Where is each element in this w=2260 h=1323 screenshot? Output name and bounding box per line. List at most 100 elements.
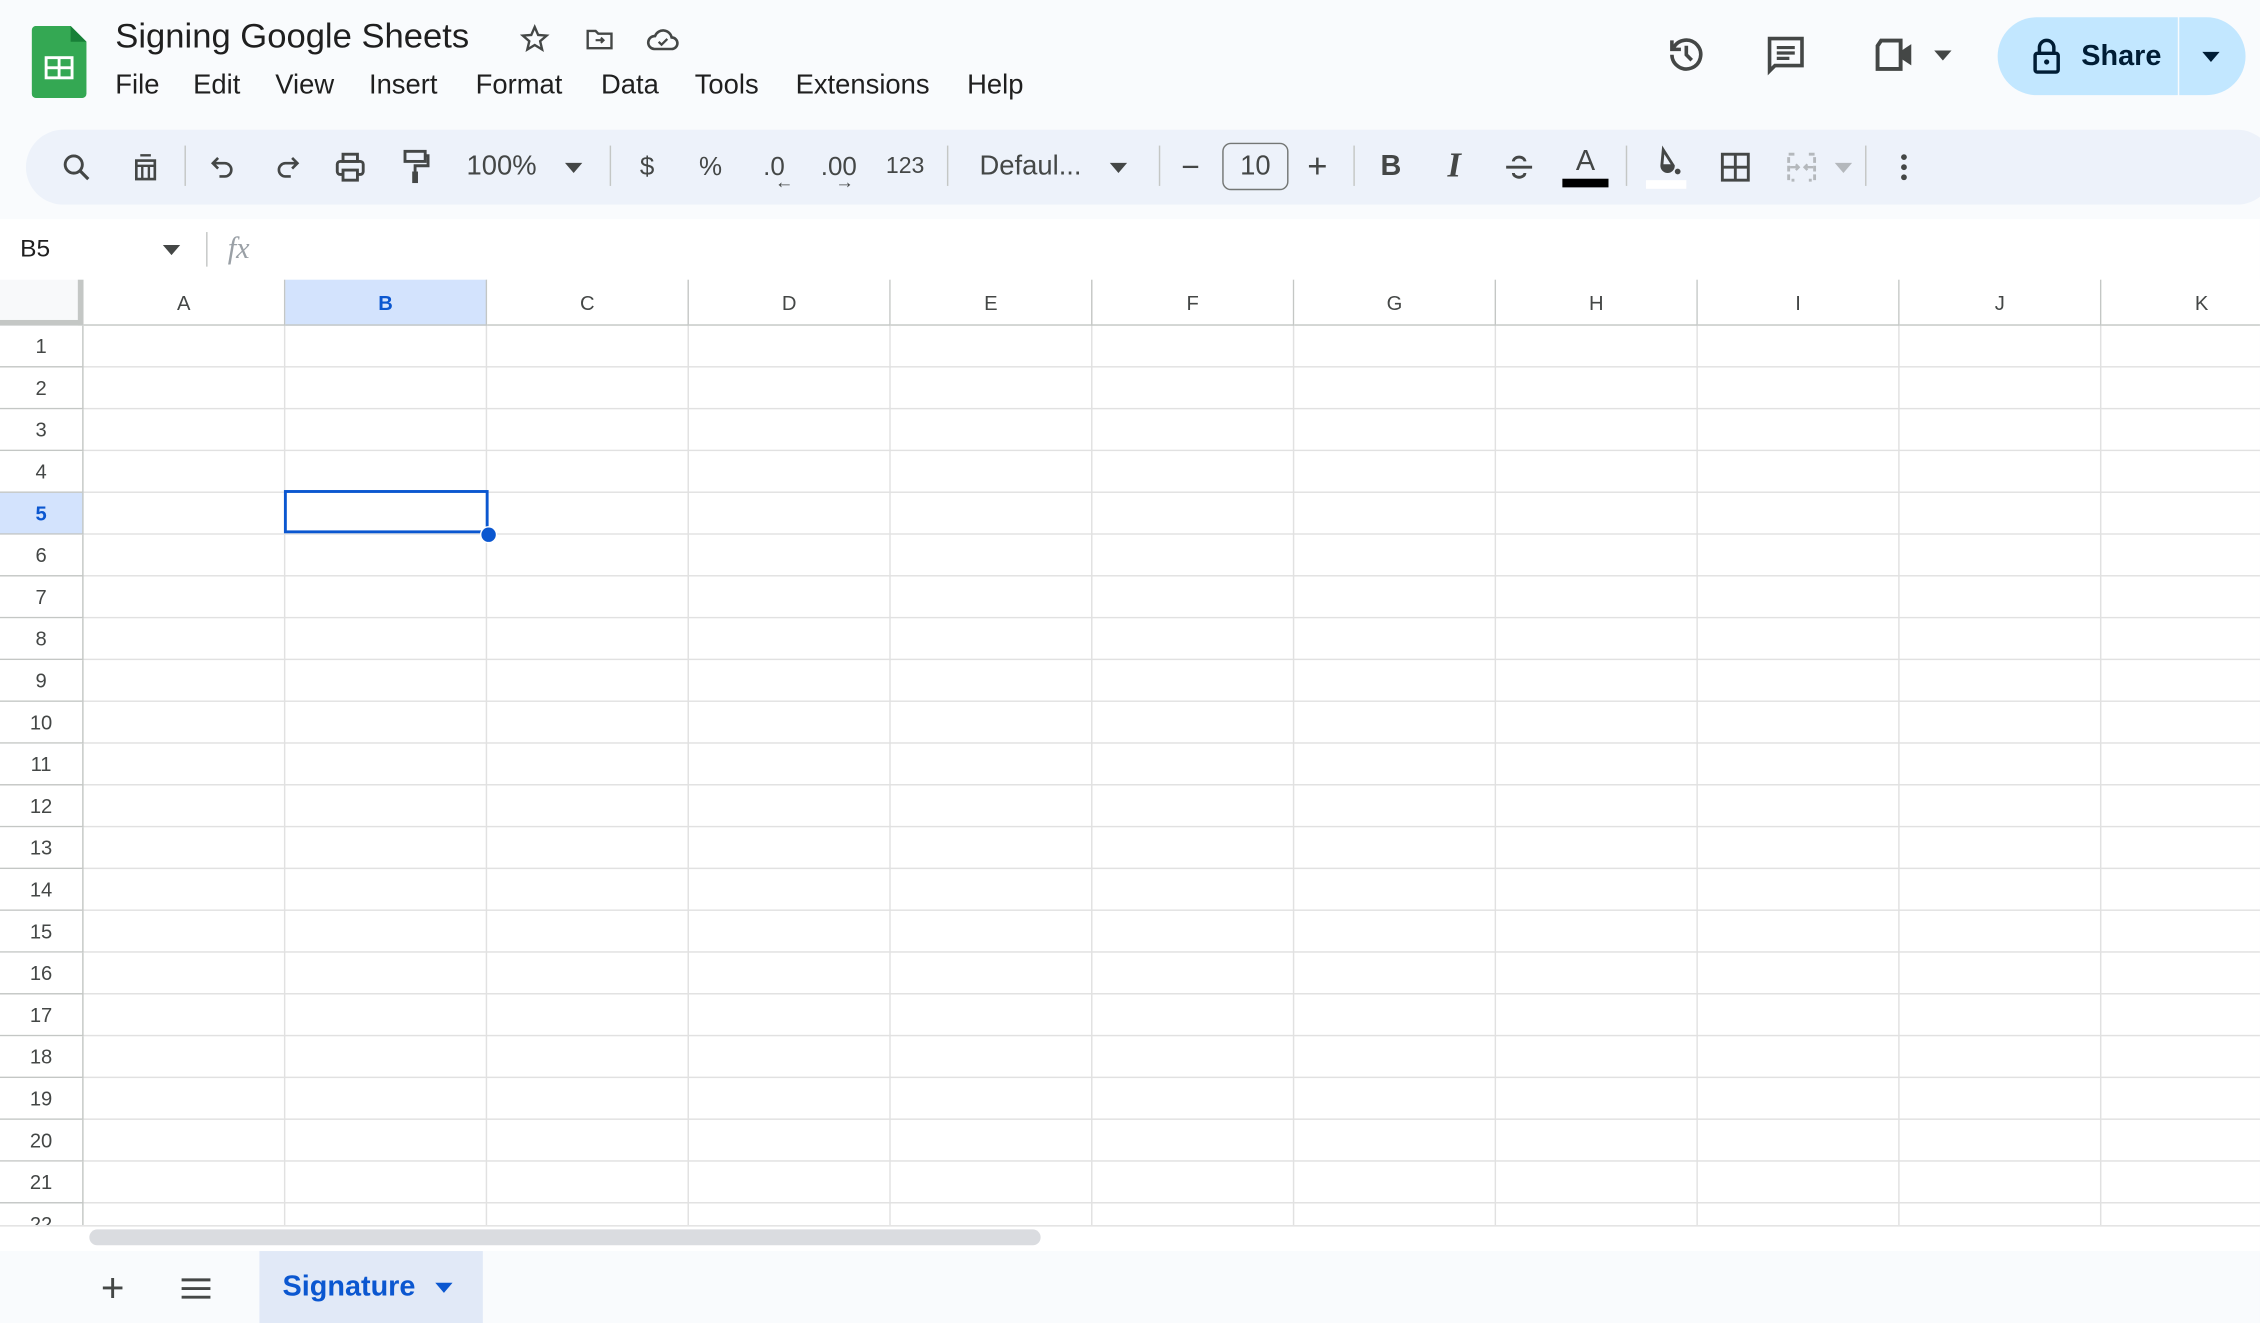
share-button[interactable]: Share <box>1997 17 2178 96</box>
document-title[interactable]: Signing Google Sheets <box>115 17 469 57</box>
row-header-22[interactable]: 22 <box>0 1203 84 1226</box>
comments-icon[interactable] <box>1763 32 1809 78</box>
sheet-tab-dropdown-icon[interactable] <box>435 1282 453 1293</box>
row-header-1[interactable]: 1 <box>0 325 84 368</box>
spreadsheet-grid[interactable]: A B C D E F G H I J K 1 2 3 4 5 6 7 8 9 10 11 12 13 14 15 16 17 18 19… <box>0 279 2260 1226</box>
redo-icon[interactable] <box>271 151 303 183</box>
bold-button[interactable]: B <box>1380 151 1401 184</box>
row-header-5[interactable]: 5 <box>0 492 84 535</box>
column-header-k[interactable]: K <box>2101 279 2260 326</box>
undo-icon[interactable] <box>208 151 240 183</box>
lock-icon <box>2032 37 2061 74</box>
gridline-horizontal <box>83 1034 2260 1037</box>
increase-decimal-button[interactable]: .00 → <box>821 152 857 192</box>
all-sheets-icon[interactable] <box>180 1277 212 1300</box>
menu-tools[interactable]: Tools <box>695 71 759 103</box>
currency-format-button[interactable]: $ <box>640 152 654 182</box>
row-header-15[interactable]: 15 <box>0 910 84 953</box>
name-box-dropdown-icon[interactable] <box>162 245 181 256</box>
zoom-dropdown-icon[interactable] <box>564 162 583 173</box>
percent-format-button[interactable]: % <box>699 152 722 182</box>
decrease-decimal-button[interactable]: .0 ← <box>763 152 793 192</box>
meet-dropdown-icon[interactable] <box>1934 50 1952 61</box>
menu-edit[interactable]: Edit <box>193 71 240 103</box>
row-header-12[interactable]: 12 <box>0 785 84 828</box>
row-header-21[interactable]: 21 <box>0 1161 84 1204</box>
row-header-3[interactable]: 3 <box>0 409 84 452</box>
row-header-4[interactable]: 4 <box>0 451 84 493</box>
horizontal-scrollbar[interactable] <box>0 1225 2260 1253</box>
column-header-b[interactable]: B <box>285 279 488 326</box>
sheet-tab-signature[interactable]: Signature <box>259 1251 483 1323</box>
selected-cell[interactable] <box>283 490 489 534</box>
column-header-c[interactable]: C <box>487 279 689 326</box>
row-header-19[interactable]: 19 <box>0 1078 84 1120</box>
formula-input[interactable] <box>281 225 2241 274</box>
share-dropdown-button[interactable] <box>2179 17 2246 96</box>
print-icon[interactable] <box>333 150 368 185</box>
gridline-vertical <box>2099 325 2102 1226</box>
row-header-16[interactable]: 16 <box>0 952 84 995</box>
font-size-input[interactable]: 10 <box>1222 142 1289 191</box>
italic-button[interactable]: I <box>1448 148 1461 187</box>
paint-format-icon[interactable] <box>399 148 431 185</box>
decrease-font-size-button[interactable]: − <box>1181 148 1200 185</box>
add-sheet-button[interactable]: + <box>101 1265 125 1311</box>
gridline-horizontal <box>83 1118 2260 1120</box>
row-header-14[interactable]: 14 <box>0 869 84 911</box>
version-history-icon[interactable] <box>1663 32 1709 78</box>
menu-file[interactable]: File <box>115 71 159 103</box>
menu-view[interactable]: View <box>275 71 334 103</box>
strikethrough-icon[interactable] <box>1502 151 1537 183</box>
font-select[interactable]: Defaul... <box>980 151 1082 183</box>
column-header-a[interactable]: A <box>83 279 286 326</box>
row-header-17[interactable]: 17 <box>0 994 84 1037</box>
borders-icon[interactable] <box>1719 151 1751 183</box>
column-header-g[interactable]: G <box>1294 279 1497 326</box>
fill-color-icon[interactable] <box>1643 144 1689 190</box>
column-header-i[interactable]: I <box>1697 279 1900 326</box>
row-header-8[interactable]: 8 <box>0 618 84 661</box>
merge-cells-icon[interactable] <box>1786 151 1818 183</box>
search-icon[interactable] <box>61 151 93 183</box>
scrollbar-thumb[interactable] <box>89 1229 1041 1246</box>
zoom-select[interactable]: 100% <box>467 151 537 183</box>
row-header-13[interactable]: 13 <box>0 827 84 870</box>
row-header-7[interactable]: 7 <box>0 576 84 619</box>
move-folder-icon[interactable] <box>582 22 617 57</box>
row-header-10[interactable]: 10 <box>0 701 84 744</box>
column-header-f[interactable]: F <box>1092 279 1295 326</box>
column-header-j[interactable]: J <box>1899 279 2102 326</box>
row-header-11[interactable]: 11 <box>0 743 84 786</box>
row-header-18[interactable]: 18 <box>0 1036 84 1079</box>
name-box[interactable]: B5 <box>20 235 50 264</box>
column-header-e[interactable]: E <box>890 279 1093 326</box>
row-header-2[interactable]: 2 <box>0 367 84 410</box>
gridline-horizontal <box>83 951 2260 953</box>
more-formats-button[interactable]: 123 <box>886 154 924 180</box>
menu-data[interactable]: Data <box>601 71 659 103</box>
table-icon[interactable] <box>130 151 162 183</box>
row-header-6[interactable]: 6 <box>0 534 84 577</box>
font-dropdown-icon[interactable] <box>1109 162 1128 173</box>
select-all-corner[interactable] <box>0 279 84 326</box>
menu-format[interactable]: Format <box>476 71 563 103</box>
menu-insert[interactable]: Insert <box>369 71 438 103</box>
increase-font-size-button[interactable]: + <box>1307 147 1327 187</box>
star-icon[interactable] <box>517 22 552 57</box>
menu-extensions[interactable]: Extensions <box>796 71 930 103</box>
menu-help[interactable]: Help <box>967 71 1023 103</box>
gridline-vertical <box>1494 325 1497 1226</box>
sheets-logo[interactable] <box>31 25 87 99</box>
row-header-20[interactable]: 20 <box>0 1119 84 1162</box>
meet-icon[interactable] <box>1871 32 1920 78</box>
cloud-saved-icon[interactable] <box>644 22 681 57</box>
row-header-9[interactable]: 9 <box>0 660 84 702</box>
gridline-horizontal <box>83 784 2260 786</box>
text-color-button[interactable]: A <box>1562 147 1609 188</box>
column-header-d[interactable]: D <box>688 279 891 326</box>
fill-handle[interactable] <box>479 526 498 544</box>
merge-dropdown-icon[interactable] <box>1834 162 1853 173</box>
more-options-icon[interactable] <box>1900 153 1909 182</box>
column-header-h[interactable]: H <box>1496 279 1698 326</box>
